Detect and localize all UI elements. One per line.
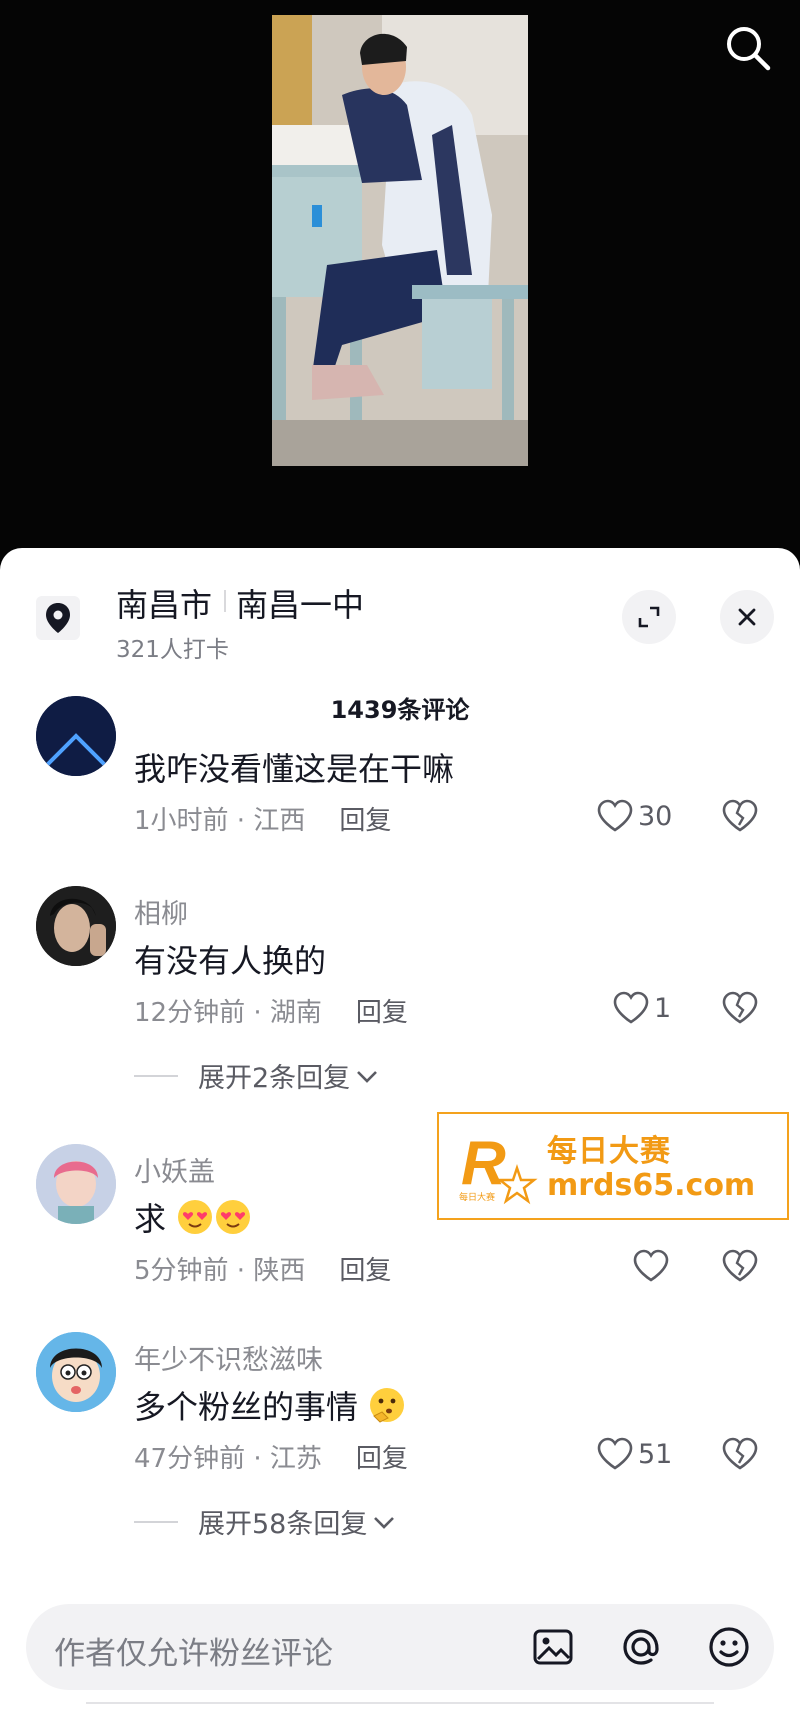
location-city[interactable]: 南昌市	[116, 580, 212, 626]
expand-replies-label: 展开2条回复	[198, 1063, 351, 1094]
location-divider	[224, 590, 226, 612]
dislike-button[interactable]	[718, 988, 762, 1028]
expand-line	[134, 1520, 178, 1523]
at-icon	[623, 1629, 659, 1665]
reply-button[interactable]: 回复	[356, 1444, 408, 1474]
video-thumbnail-image	[272, 15, 528, 466]
image-icon	[533, 1629, 573, 1665]
location-school[interactable]: 南昌一中	[236, 580, 364, 626]
like-button[interactable]	[632, 1246, 670, 1286]
comment-username[interactable]: 相柳	[134, 892, 188, 931]
image-button[interactable]	[528, 1622, 578, 1672]
dislike-button[interactable]	[718, 1246, 762, 1286]
like-button[interactable]: 51	[596, 1434, 672, 1474]
heart-icon	[613, 991, 649, 1024]
expand-replies-button[interactable]: 展开2条回复	[134, 1056, 380, 1095]
comment-username[interactable]: 小妖盖	[134, 1150, 215, 1189]
reply-button[interactable]: 回复	[339, 1256, 391, 1286]
ad-banner[interactable]: R 每日大赛 每日大赛 mrds65.com	[437, 1112, 789, 1220]
expand-line	[134, 1074, 178, 1077]
reply-button[interactable]: 回复	[356, 998, 408, 1028]
comment-input-bar[interactable]: 作者仅允许粉丝评论	[26, 1604, 774, 1690]
heart-icon	[597, 799, 633, 832]
comment-item: 年少不识愁滋味 多个粉丝的事情 47分钟前 · 江苏 回复 51 展开58条回复	[0, 1332, 800, 1592]
expand-replies-button[interactable]: 展开58条回复	[134, 1502, 397, 1541]
comment-text: 求	[134, 1194, 252, 1240]
expand-replies-label: 展开58条回复	[198, 1509, 368, 1540]
comment-text-body: 求	[134, 1200, 167, 1238]
emoji-icon	[709, 1627, 749, 1667]
broken-heart-icon	[722, 1249, 758, 1282]
comment-text: 有没有人换的	[134, 942, 327, 980]
mention-button[interactable]	[616, 1622, 666, 1672]
avatar[interactable]	[36, 696, 116, 776]
location-pin-icon	[36, 596, 80, 640]
comment-input-placeholder[interactable]: 作者仅允许粉丝评论	[54, 1628, 333, 1673]
comment-count: 1439条评论	[330, 696, 470, 724]
chevron-down-icon	[374, 1516, 395, 1529]
expand-button[interactable]	[622, 590, 676, 644]
like-button[interactable]: 30	[596, 796, 672, 836]
comment-time: 47分钟前 · 江苏	[134, 1444, 322, 1474]
avatar[interactable]	[36, 1144, 116, 1224]
bottom-divider	[86, 1702, 714, 1712]
avatar[interactable]	[36, 1332, 116, 1412]
broken-heart-icon	[722, 991, 758, 1024]
search-button[interactable]	[722, 22, 774, 74]
avatar[interactable]	[36, 886, 116, 966]
comment-meta: 47分钟前 · 江苏 回复	[134, 1438, 408, 1475]
thinking-emoji	[370, 1388, 405, 1423]
heart-icon	[597, 1437, 633, 1470]
ad-logo: R 每日大赛	[459, 1129, 538, 1205]
video-frame[interactable]	[272, 15, 528, 466]
like-count: 30	[638, 800, 673, 832]
comment-item: 我咋没看懂这是在干嘛 1小时前 · 江西 回复 30	[0, 696, 800, 904]
ad-url[interactable]: mrds65.com	[547, 1168, 755, 1203]
ad-logo-sub: 每日大赛	[459, 1191, 495, 1203]
comment-text: 多个粉丝的事情	[134, 1382, 406, 1428]
comment-text: 我咋没看懂这是在干嘛	[134, 750, 455, 788]
search-icon	[727, 27, 771, 71]
like-count: 51	[638, 1438, 673, 1470]
comment-time: 12分钟前 · 湖南	[134, 998, 322, 1028]
video-player[interactable]	[0, 0, 800, 560]
heart-icon	[633, 1249, 669, 1282]
heart-eyes-emoji	[216, 1200, 251, 1234]
reply-button[interactable]: 回复	[339, 806, 391, 836]
ad-logo-letter: R	[461, 1129, 506, 1198]
comment-text-body: 多个粉丝的事情	[134, 1388, 359, 1426]
dislike-button[interactable]	[718, 1434, 762, 1474]
comment-meta: 12分钟前 · 湖南 回复	[134, 992, 408, 1029]
dislike-button[interactable]	[718, 796, 762, 836]
comment-username[interactable]: 年少不识愁滋味	[134, 1338, 323, 1377]
ad-title: 每日大赛	[547, 1134, 671, 1169]
location-header[interactable]: 南昌市 南昌一中 321人打卡	[0, 548, 800, 663]
chevron-down-icon	[357, 1070, 378, 1083]
expand-icon	[638, 606, 660, 628]
like-button[interactable]: 1	[612, 988, 671, 1028]
checkin-count: 321人打卡	[116, 637, 229, 663]
close-button[interactable]	[720, 590, 774, 644]
broken-heart-icon	[722, 799, 758, 832]
comment-time: 1小时前 · 江西	[134, 806, 306, 836]
comment-meta: 5分钟前 · 陕西 回复	[134, 1250, 391, 1287]
broken-heart-icon	[722, 1437, 758, 1470]
emoji-button[interactable]	[704, 1622, 754, 1672]
comment-meta: 1小时前 · 江西 回复	[134, 800, 391, 837]
comment-time: 5分钟前 · 陕西	[134, 1256, 306, 1286]
heart-eyes-emoji	[178, 1200, 213, 1234]
close-icon	[738, 608, 756, 626]
like-count: 1	[654, 992, 672, 1024]
